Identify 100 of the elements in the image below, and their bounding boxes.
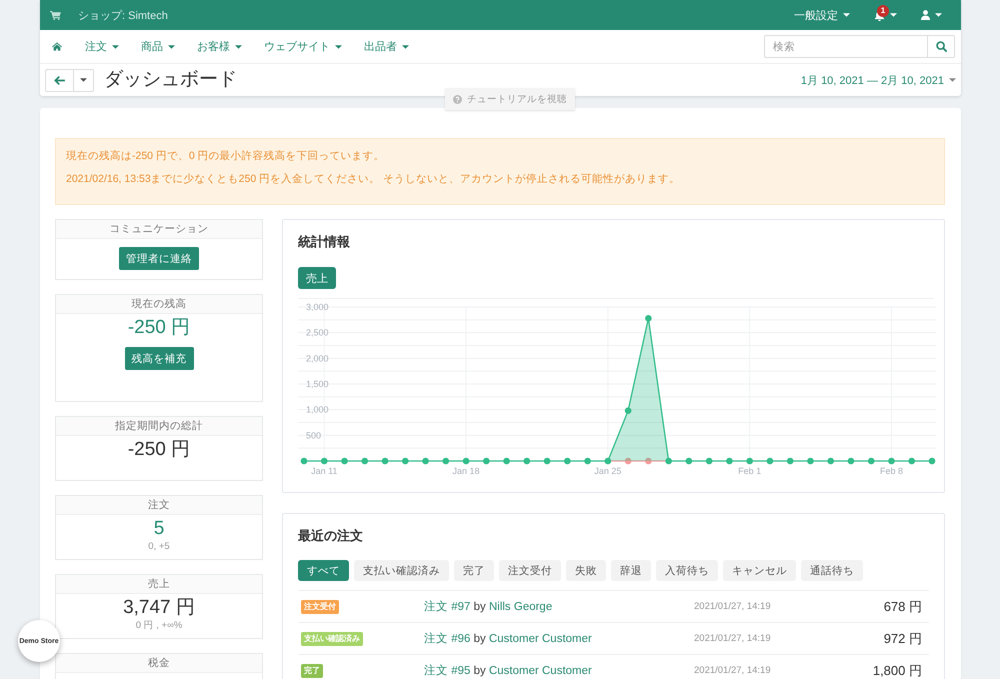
date-range-picker[interactable]: 1月 10, 2021 — 2月 10, 2021: [800, 72, 956, 88]
order-summary: 注文 #97 by Nills George: [424, 599, 554, 614]
order-link[interactable]: 注文 #97: [424, 601, 470, 613]
y-axis-label: 2,500: [306, 328, 329, 338]
customer-link[interactable]: Customer Customer: [488, 633, 592, 645]
caret-icon: [235, 44, 242, 48]
contact-admin-button[interactable]: 管理者に連絡: [119, 247, 199, 270]
filter-tab[interactable]: すべて: [298, 560, 349, 581]
section-title: 統計情報: [298, 234, 351, 250]
dropdown-button[interactable]: [74, 68, 94, 92]
data-point: [604, 458, 612, 464]
customer-link[interactable]: Nills George: [488, 601, 552, 613]
card-title: 売上: [56, 575, 262, 594]
data-point: [706, 458, 712, 464]
order-amount: 1,800 円: [872, 662, 923, 679]
nav-menu[interactable]: ウェブサイト: [264, 39, 342, 54]
order-date: 2021/01/27, 14:19: [694, 601, 772, 612]
filter-tab[interactable]: 辞退: [611, 560, 651, 581]
top-up-button[interactable]: 残高を補充: [124, 347, 194, 370]
search-button[interactable]: [927, 35, 955, 58]
card-title: 注文: [56, 496, 262, 515]
data-point: [503, 458, 510, 464]
cart-icon: [50, 10, 61, 20]
nav-menu[interactable]: 注文: [85, 39, 119, 54]
filter-tab[interactable]: 支払い確認済み: [354, 560, 449, 581]
data-point: [564, 458, 571, 464]
data-point: [382, 458, 388, 464]
user-icon[interactable]: [921, 10, 930, 20]
order-link[interactable]: 注文 #96: [424, 633, 470, 645]
stat-change: 0 円 , +∞%: [136, 619, 182, 632]
data-point: [361, 458, 368, 464]
data-point: [868, 458, 875, 464]
caret-icon: [843, 13, 850, 17]
metric-tab[interactable]: 売上: [298, 267, 336, 289]
order-summary: 注文 #96 by Customer Customer: [424, 631, 593, 646]
filter-tab[interactable]: 注文受付: [499, 560, 561, 581]
alert-message: 現在の残高は-250 円で、0 円の最小許容残高を下回っています。: [66, 150, 386, 163]
data-point: [320, 458, 328, 464]
data-point: [483, 458, 490, 464]
filter-tab[interactable]: 完了: [454, 560, 494, 581]
y-axis-label: 2,000: [306, 353, 329, 364]
y-axis-label: 500: [306, 430, 322, 440]
x-axis-label: Jan 11: [311, 466, 338, 476]
status-badge: 完了: [301, 664, 323, 678]
order-amount: 678 円: [884, 598, 923, 616]
caret-icon: [402, 44, 409, 48]
data-point: [908, 458, 916, 464]
data-point: [726, 458, 733, 464]
y-axis-label: 1,500: [306, 379, 329, 389]
data-point: [300, 458, 308, 464]
card-title: 税金: [56, 654, 262, 673]
data-point: [686, 458, 692, 464]
y-axis-label: 1,000: [306, 404, 329, 415]
x-axis-label: Feb 1: [738, 466, 762, 476]
nav-menu[interactable]: 商品: [141, 39, 175, 54]
y-axis-label: 3,000: [306, 302, 329, 312]
data-point: [928, 458, 936, 464]
data-point: [848, 458, 854, 464]
data-point: [422, 458, 429, 464]
back-button[interactable]: [45, 68, 74, 92]
caret-icon: [168, 44, 175, 48]
data-point: [645, 458, 652, 464]
order-amount: 972 円: [884, 630, 923, 648]
search-icon: [936, 41, 946, 52]
x-axis-label: Feb 8: [880, 466, 903, 476]
data-point: [645, 315, 652, 322]
nav-menu[interactable]: お客様: [197, 39, 242, 54]
data-point: [624, 458, 632, 464]
shop-link[interactable]: ショップ: Simtech: [50, 8, 168, 22]
filter-tab[interactable]: 失敗: [566, 560, 606, 581]
data-point: [544, 458, 550, 464]
filter-tab[interactable]: キャンセル: [723, 560, 796, 581]
filter-tab[interactable]: 入荷待ち: [656, 560, 718, 581]
order-date: 2021/01/27, 14:19: [694, 665, 772, 676]
tutorial-tab[interactable]: チュートリアルを視聴: [445, 88, 575, 110]
caret-icon: [80, 78, 87, 82]
page-title: ダッシュボード: [104, 68, 237, 92]
caret-icon: [890, 13, 897, 17]
data-point: [341, 458, 348, 464]
data-point: [786, 458, 794, 464]
customer-link[interactable]: Customer Customer: [488, 665, 592, 677]
data-point: [624, 407, 632, 414]
alert-message: 2021/02/16, 13:53までに少なくとも250 円を入金してください。 そうしないと、アカウントが停止される可能性があります。: [66, 173, 682, 186]
search-field[interactable]: 検索: [764, 35, 927, 58]
card-title: 現在の残高: [56, 295, 262, 314]
nav-menu[interactable]: 出品者: [364, 39, 409, 54]
stat-value: 3,747 円: [123, 597, 195, 619]
filter-tab[interactable]: 通話待ち: [801, 560, 863, 581]
help-icon: [453, 94, 462, 104]
data-point: [442, 458, 450, 464]
caret-icon: [935, 13, 942, 17]
order-date: 2021/01/27, 14:19: [694, 633, 772, 644]
x-axis-label: Jan 18: [452, 466, 480, 476]
status-badge: 支払い確認済み: [301, 632, 363, 646]
settings-menu[interactable]: 一般設定: [794, 8, 850, 22]
data-point: [462, 458, 470, 464]
order-link[interactable]: 注文 #95: [424, 665, 470, 677]
x-axis-label: Jan 25: [594, 466, 622, 476]
home-icon[interactable]: [52, 42, 62, 51]
data-point: [584, 458, 591, 464]
